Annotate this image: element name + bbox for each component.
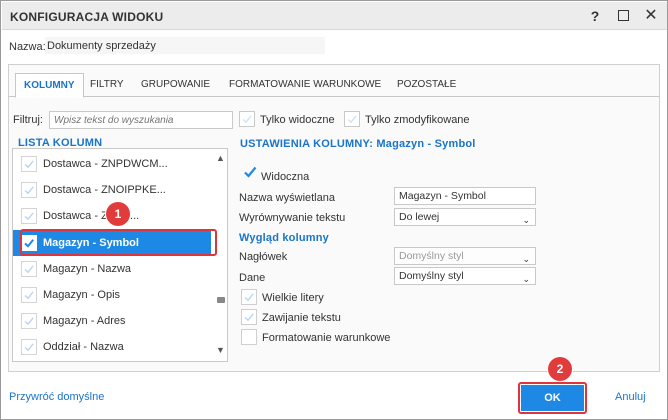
- column-checkbox[interactable]: [21, 261, 37, 277]
- annotation-badge-1: 1: [106, 202, 130, 226]
- only-visible-checkbox[interactable]: [239, 111, 255, 127]
- column-label: Dostawca - ZNOIPPKE...: [43, 184, 166, 196]
- uppercase-checkbox[interactable]: [241, 289, 257, 305]
- list-item[interactable]: Magazyn - Nazwa: [13, 256, 211, 282]
- data-label: Dane: [239, 272, 266, 284]
- list-item[interactable]: Magazyn - Adres: [13, 308, 211, 334]
- tab-pozostale[interactable]: POZOSTAŁE: [389, 73, 464, 97]
- chevron-down-icon: ⌄: [522, 274, 530, 284]
- column-settings-title: USTAWIENIA KOLUMNY: Magazyn - Symbol: [240, 138, 476, 150]
- conditional-formatting-checkbox[interactable]: [241, 329, 257, 345]
- list-item[interactable]: Magazyn - Opis: [13, 282, 211, 308]
- column-checkbox[interactable]: [21, 156, 37, 172]
- name-input[interactable]: [45, 37, 325, 54]
- dialog-footer: Przywróć domyślne OK Anuluj: [2, 379, 667, 419]
- dialog-title: KONFIGURACJA WIDOKU: [10, 10, 164, 24]
- restore-defaults-link[interactable]: Przywróć domyślne: [9, 391, 104, 403]
- close-button[interactable]: ✕: [642, 7, 660, 25]
- maximize-button[interactable]: [614, 7, 632, 25]
- conditional-formatting-label: Formatowanie warunkowe: [262, 332, 391, 344]
- check-icon: [24, 186, 34, 195]
- column-checkbox[interactable]: [21, 182, 37, 198]
- list-item[interactable]: Dostawca - ZNOIPPKE...: [13, 177, 211, 203]
- wrap-text-label: Zawijanie tekstu: [262, 312, 341, 324]
- header-style-value: Domyślny styl: [399, 250, 464, 262]
- check-icon: [244, 313, 254, 322]
- filter-input[interactable]: [49, 111, 233, 129]
- name-label: Nazwa:: [9, 41, 46, 53]
- text-align-label: Wyrównywanie tekstu: [239, 212, 346, 224]
- column-label: Magazyn - Adres: [43, 315, 126, 327]
- ok-button[interactable]: OK: [521, 385, 584, 411]
- only-visible-label: Tylko widoczne: [260, 114, 335, 126]
- chevron-down-icon: ⌄: [522, 215, 530, 225]
- tab-bar: KOLUMNY FILTRY GRUPOWANIE FORMATOWANIE W…: [9, 73, 659, 98]
- help-button[interactable]: ?: [586, 7, 604, 25]
- display-name-label: Nazwa wyświetlana: [239, 192, 335, 204]
- selected-item-highlight: [20, 229, 217, 256]
- column-checkbox[interactable]: [21, 339, 37, 355]
- filter-label: Filtruj:: [13, 114, 43, 126]
- text-align-select[interactable]: Do lewej ⌄: [394, 208, 536, 226]
- annotation-badge-2: 2: [548, 357, 572, 381]
- check-icon: [24, 212, 34, 221]
- header-style-select[interactable]: Domyślny styl ⌄: [394, 247, 536, 265]
- configure-view-dialog: KONFIGURACJA WIDOKU ? ✕ Nazwa: KOLUMNY F…: [0, 0, 668, 420]
- chevron-down-icon[interactable]: ▼: [216, 345, 225, 355]
- column-label: Oddział - Nazwa: [43, 341, 124, 353]
- display-name-field[interactable]: Magazyn - Symbol: [394, 187, 536, 205]
- header-label: Nagłówek: [239, 251, 288, 263]
- tab-filtry[interactable]: FILTRY: [82, 73, 132, 97]
- tab-grupowanie[interactable]: GRUPOWANIE: [133, 73, 218, 97]
- column-checkbox[interactable]: [21, 208, 37, 224]
- wrap-text-checkbox[interactable]: [241, 309, 257, 325]
- text-align-value: Do lewej: [399, 211, 440, 223]
- title-bar: KONFIGURACJA WIDOKU ? ✕: [2, 2, 667, 30]
- chevron-up-icon[interactable]: ▲: [216, 153, 225, 163]
- chevron-down-icon: ⌄: [522, 254, 530, 264]
- check-icon: [24, 343, 34, 352]
- check-icon: [242, 115, 252, 124]
- uppercase-label: Wielkie litery: [262, 292, 324, 304]
- column-label: Magazyn - Opis: [43, 289, 121, 301]
- data-style-value: Domyślny styl: [399, 270, 464, 282]
- filter-row: Filtruj: Tylko widoczne Tylko zmodyfikow…: [13, 111, 653, 131]
- list-item[interactable]: Oddział - Nazwa: [13, 334, 211, 360]
- column-label: Magazyn - Nazwa: [43, 263, 132, 275]
- cancel-link[interactable]: Anuluj: [615, 391, 646, 403]
- check-icon: [244, 293, 254, 302]
- only-modified-label: Tylko zmodyfikowane: [365, 114, 470, 126]
- visible-label: Widoczna: [261, 171, 310, 183]
- data-style-select[interactable]: Domyślny styl ⌄: [394, 267, 536, 285]
- list-scrollbar[interactable]: ▲ ▼: [215, 149, 227, 361]
- column-checkbox[interactable]: [21, 287, 37, 303]
- check-icon: [24, 160, 34, 169]
- scroll-thumb[interactable]: [217, 297, 225, 303]
- column-checkbox[interactable]: [21, 313, 37, 329]
- check-icon: [24, 317, 34, 326]
- list-item[interactable]: Dostawca - ZNPDWCM...: [13, 151, 211, 177]
- check-icon[interactable]: [243, 165, 257, 182]
- only-modified-checkbox[interactable]: [344, 111, 360, 127]
- appearance-title: Wygląd kolumny: [239, 232, 329, 244]
- maximize-icon: [617, 10, 629, 21]
- check-icon: [24, 291, 34, 300]
- column-label: Dostawca - ZNPDWCM...: [43, 158, 168, 170]
- check-icon: [347, 115, 357, 124]
- tab-kolumny[interactable]: KOLUMNY: [15, 73, 84, 98]
- check-icon: [24, 265, 34, 274]
- tab-formatowanie-warunkowe[interactable]: FORMATOWANIE WARUNKOWE: [221, 73, 389, 97]
